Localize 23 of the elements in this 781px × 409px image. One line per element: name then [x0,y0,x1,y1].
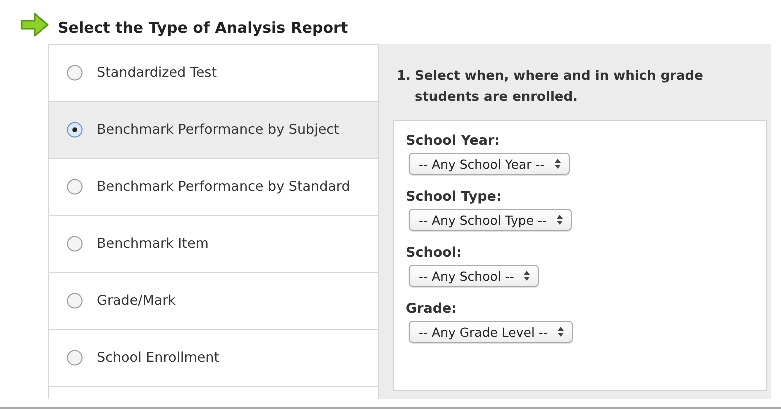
updown-arrows-icon [524,271,530,281]
dropdown[interactable]: -- Any School Year -- [409,153,570,175]
step-instruction: Select when, where and in which grade students are enrolled. [414,68,704,107]
updown-arrows-icon [554,159,561,169]
report-type-option[interactable]: Benchmark Performance by Subject [49,102,378,159]
field-label: School Type: [406,189,502,205]
field-label: School Year: [406,133,500,149]
dropdown[interactable]: -- Any School Type -- [409,209,572,231]
dropdown[interactable]: -- Any School -- [409,265,540,287]
updown-arrows-icon [558,327,564,337]
radio-button[interactable] [67,179,83,195]
dropdown[interactable]: -- Any Grade Level -- [409,321,573,343]
radio-button[interactable] [67,122,83,138]
field-label: Grade: [406,301,458,317]
radio-button[interactable] [67,236,83,252]
radio-button[interactable] [67,293,83,309]
radio-button[interactable] [67,65,83,81]
radio-button[interactable] [67,350,83,366]
step-number: 1. [397,68,411,86]
updown-arrows-icon [557,215,564,225]
field-label: School: [406,245,462,261]
section-heading: Select the Type of Analysis Report [58,19,348,37]
arrow-icon [20,12,50,38]
